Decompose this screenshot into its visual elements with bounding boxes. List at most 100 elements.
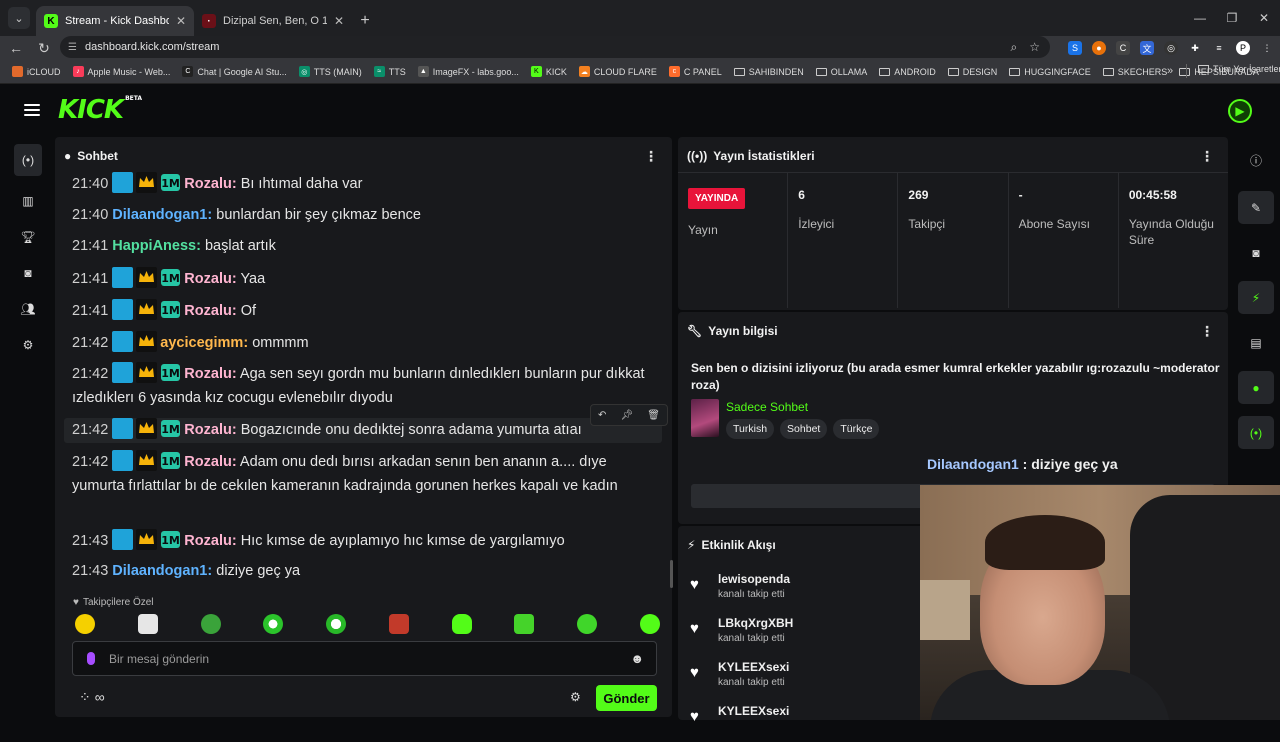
tag-chip[interactable]: Sohbet [780,419,828,439]
tab-kick-dashboard[interactable]: K Stream - Kick Dashboard ✕ [36,6,194,36]
chat-scrollbar[interactable] [670,560,673,588]
trophy-icon[interactable]: 🏆︎ [14,226,42,248]
chat-message[interactable]: 21:43 Dilaandogan1: diziye geç ya [72,560,647,584]
bookmark-folder-ollama[interactable]: OLLAMA [815,67,867,77]
tab-dizipal[interactable]: · Dizipal Sen, Ben, O 1.Sezon 1.B... ✕ [194,6,352,36]
maximize-icon[interactable]: ❐ [1216,0,1248,36]
message-username[interactable]: Rozalu [184,454,232,470]
emote-yellow-icon[interactable] [75,614,95,634]
settings-gear-icon[interactable]: ⚙ [14,334,42,356]
user-avatar[interactable]: ▶ [1228,99,1252,123]
screen-capture-icon[interactable]: ◙ [14,262,42,284]
all-bookmarks-button[interactable]: Tüm Yer İşaretleri [1198,64,1280,74]
bookmark-cpanel[interactable]: cC PANEL [668,66,722,77]
extension-orange-icon[interactable]: ● [1092,41,1106,55]
media-control-icon[interactable]: ≡ [1212,41,1226,55]
send-button[interactable]: Gönder [596,685,657,711]
emote-grin-icon[interactable] [514,614,535,634]
chat-message[interactable]: 21:42 1M Rozalu: Adam onu dedı bırısı arka… [72,450,647,498]
category-link[interactable]: Sadece Sohbet [726,400,808,414]
chat-settings-icon[interactable]: ⚙ [570,690,581,704]
emote-red-mask-icon[interactable] [388,614,409,634]
message-username[interactable]: aycicegimm [160,335,243,351]
close-tab-icon[interactable]: ✕ [176,14,186,28]
message-username[interactable]: Rozalu [184,271,232,287]
stream-broadcast-icon[interactable]: (•) [14,144,42,176]
bubbles-icon[interactable]: ⁘ [79,689,91,706]
chat-message[interactable]: 21:42 1M Rozalu: Aga sen seyı gordn mu bun… [72,362,647,410]
chat-message-input[interactable]: Bir mesaj gönderin ☻ [72,641,657,676]
extension-s-icon[interactable]: S [1068,41,1082,55]
notes-icon[interactable]: ▤ [1238,326,1274,359]
emoji-picker-icon[interactable]: ☻ [630,651,644,666]
bookmark-tts[interactable]: ≈ TTS [373,66,406,77]
edit-pencil-icon[interactable]: ✎ [1238,191,1274,224]
chat-bubble-icon[interactable]: ● [1238,371,1274,404]
message-username[interactable]: Rozalu [184,366,232,382]
menu-kebab-icon[interactable]: ⋮ [1260,41,1274,55]
bookmark-folder-huggingface[interactable]: HUGGINGFACE [1009,67,1091,77]
bookmark-icloud[interactable]: iCLOUD [12,66,61,77]
message-username[interactable]: Rozalu [184,422,232,438]
chat-message-hovered[interactable]: 21:42 1M Rozalu: Bogazıcınde onu dedıktej … [64,418,662,443]
bookmark-star-icon[interactable]: ☆ [1029,40,1040,55]
delete-icon[interactable]: 🗑︎ [647,410,660,421]
extensions-puzzle-icon[interactable]: ✚ [1188,41,1202,55]
tag-chip[interactable]: Turkish [726,419,775,439]
chat-message[interactable]: 21:41 HappiAness: başlat artık [72,235,647,259]
chat-message[interactable]: 21:41 1M Rozalu: Of [72,299,647,324]
hamburger-menu-icon[interactable] [24,104,40,116]
close-tab-icon[interactable]: ✕ [334,14,344,28]
infinity-icon[interactable]: ∞ [95,689,105,706]
bookmarks-overflow-icon[interactable]: » [1167,65,1173,77]
info-icon[interactable]: ⓘ [1238,144,1274,177]
broadcast-icon[interactable]: (•) [1238,416,1274,449]
emote-smile-icon[interactable] [577,614,598,634]
microphone-icon[interactable] [87,652,95,665]
zoom-icon[interactable]: ⌕ [1011,40,1018,55]
profile-avatar-icon[interactable]: P [1236,41,1250,55]
bookmark-apple-music[interactable]: ♪ Apple Music - Web... [72,66,170,77]
bookmark-folder-design[interactable]: DESIGN [947,67,997,77]
chat-message[interactable]: 21:42 aycicegimm: ommmm [72,331,647,356]
bookmark-ai-studio[interactable]: C Chat | Google AI Stu... [182,66,287,77]
tag-chip[interactable]: Türkçe [833,419,880,439]
reply-icon[interactable]: ↶ [598,410,606,421]
chat-message[interactable]: 21:43 1M Rozalu: Hıc kımse de ayıplamıyo h… [72,529,647,554]
bookmark-tts-main[interactable]: ◎ TTS (MAIN) [298,66,362,77]
message-username[interactable]: Rozalu [184,176,232,192]
bookmark-folder-android[interactable]: ANDROID [879,67,936,77]
community-icon[interactable]: 👥︎ [14,298,42,320]
bookmark-imagefx[interactable]: ▲ ImageFX - labs.goo... [417,66,519,77]
minimize-icon[interactable]: — [1184,0,1216,36]
screen-capture-icon[interactable]: ◙ [1238,236,1274,269]
bookmark-cloudflare[interactable]: ☁ CLOUD FLARE [578,66,657,77]
chat-message[interactable]: 21:40 1M Rozalu: Bı ıhtımal daha var [72,172,647,197]
extension-translate-icon[interactable]: 文 [1140,41,1154,55]
url-field[interactable]: ☰ dashboard.kick.com/stream ⌕ ☆ [60,36,1050,58]
new-tab-button[interactable]: + [352,8,378,34]
close-window-icon[interactable]: ✕ [1248,0,1280,36]
chat-message[interactable]: 21:40 Dilaandogan1: bunlardan bir şey çık… [72,204,647,228]
pin-icon[interactable]: 📌︎ [620,410,633,421]
emote-green-face-icon[interactable] [263,614,284,634]
emote-happy-icon[interactable] [639,614,660,634]
site-info-icon[interactable]: ☰ [68,42,77,53]
info-menu-icon[interactable]: ⋮ [1200,323,1214,340]
bookmark-folder-skechers[interactable]: SKECHERS [1102,67,1167,77]
emote-ghost-icon[interactable] [137,614,158,634]
message-username[interactable]: HappiAness [112,238,196,254]
analytics-icon[interactable]: ▥ [14,190,42,212]
message-username[interactable]: Rozalu [184,533,232,549]
bookmark-folder-sahibinden[interactable]: SAHIBINDEN [733,67,804,77]
extension-c-icon[interactable]: C [1116,41,1130,55]
extension-circle-icon[interactable]: ◎ [1164,41,1178,55]
chat-menu-icon[interactable]: ⋮ [644,148,658,165]
emote-skull-icon[interactable] [326,614,347,634]
kick-logo[interactable]: KICK BETA [58,95,142,125]
message-username[interactable]: Dilaandogan1 [112,207,207,223]
emote-green-blob-icon[interactable] [451,614,472,634]
chat-message[interactable]: 21:41 1M Rozalu: Yaa [72,267,647,292]
quick-actions-icon[interactable]: ⚡︎ [1238,281,1274,314]
back-icon[interactable]: ← [4,40,28,56]
